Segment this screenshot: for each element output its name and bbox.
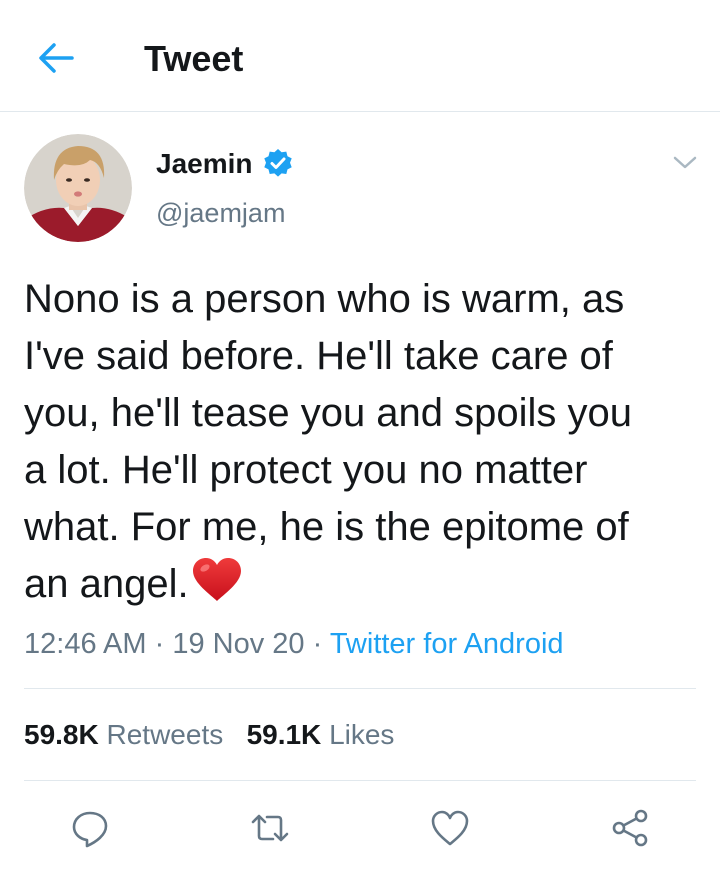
back-button[interactable]	[34, 38, 78, 78]
retweet-icon	[251, 814, 289, 842]
tweet-text-line: Nono is a person who is warm, as	[24, 277, 625, 321]
reply-button[interactable]	[68, 806, 112, 850]
tweet-text: Nono is a person who is warm, as I've sa…	[24, 271, 704, 613]
divider	[24, 780, 696, 781]
avatar[interactable]	[24, 134, 132, 242]
page-title: Tweet	[144, 38, 244, 79]
tweet-time: 12:46 AM	[24, 628, 147, 660]
tweet-text-line-last: an angel.	[24, 556, 704, 613]
verified-badge-icon	[262, 148, 294, 180]
retweets-count: 59.8K	[24, 719, 99, 750]
tweet-menu-button[interactable]	[670, 150, 700, 176]
tweet-text-line: an angel.	[24, 562, 189, 606]
tweet-text-line: you, he'll tease you and spoils you	[24, 391, 633, 435]
red-heart-emoji	[191, 557, 243, 603]
share-button[interactable]	[608, 806, 652, 850]
meta-separator: ·	[312, 628, 323, 660]
retweets-stat[interactable]: 59.8K Retweets	[24, 719, 223, 750]
profile-photo	[24, 134, 132, 242]
tweet-text-line: what. For me, he is the epitome of	[24, 505, 629, 549]
tweet-text-line: I've said before. He'll take care of	[24, 334, 613, 378]
reply-icon	[72, 811, 108, 848]
tweet-meta: 12:46 AM · 19 Nov 20 · Twitter for Andro…	[24, 626, 564, 662]
tweet-date: 19 Nov 20	[172, 628, 305, 660]
likes-count: 59.1K	[246, 719, 322, 750]
tweet-source-link[interactable]: Twitter for Android	[330, 628, 564, 660]
share-icon	[612, 809, 648, 847]
tweet-stats: 59.8K Retweets 59.1K Likes	[24, 716, 394, 754]
retweet-button[interactable]	[248, 806, 292, 850]
retweets-label: Retweets	[106, 719, 224, 750]
likes-stat[interactable]: 59.1K Likes	[247, 719, 395, 750]
divider	[24, 688, 696, 689]
likes-label: Likes	[329, 719, 395, 750]
meta-separator: ·	[154, 628, 165, 660]
like-icon	[431, 810, 469, 846]
chevron-down-icon	[673, 156, 697, 169]
tweet-text-line: a lot. He'll protect you no matter	[24, 448, 588, 492]
author-handle[interactable]: @jaemjam	[156, 196, 285, 230]
top-app-bar: Tweet	[0, 0, 720, 112]
arrow-left-icon	[39, 43, 74, 73]
author-display-name[interactable]: Jaemin	[156, 146, 253, 182]
like-button[interactable]	[428, 806, 472, 850]
